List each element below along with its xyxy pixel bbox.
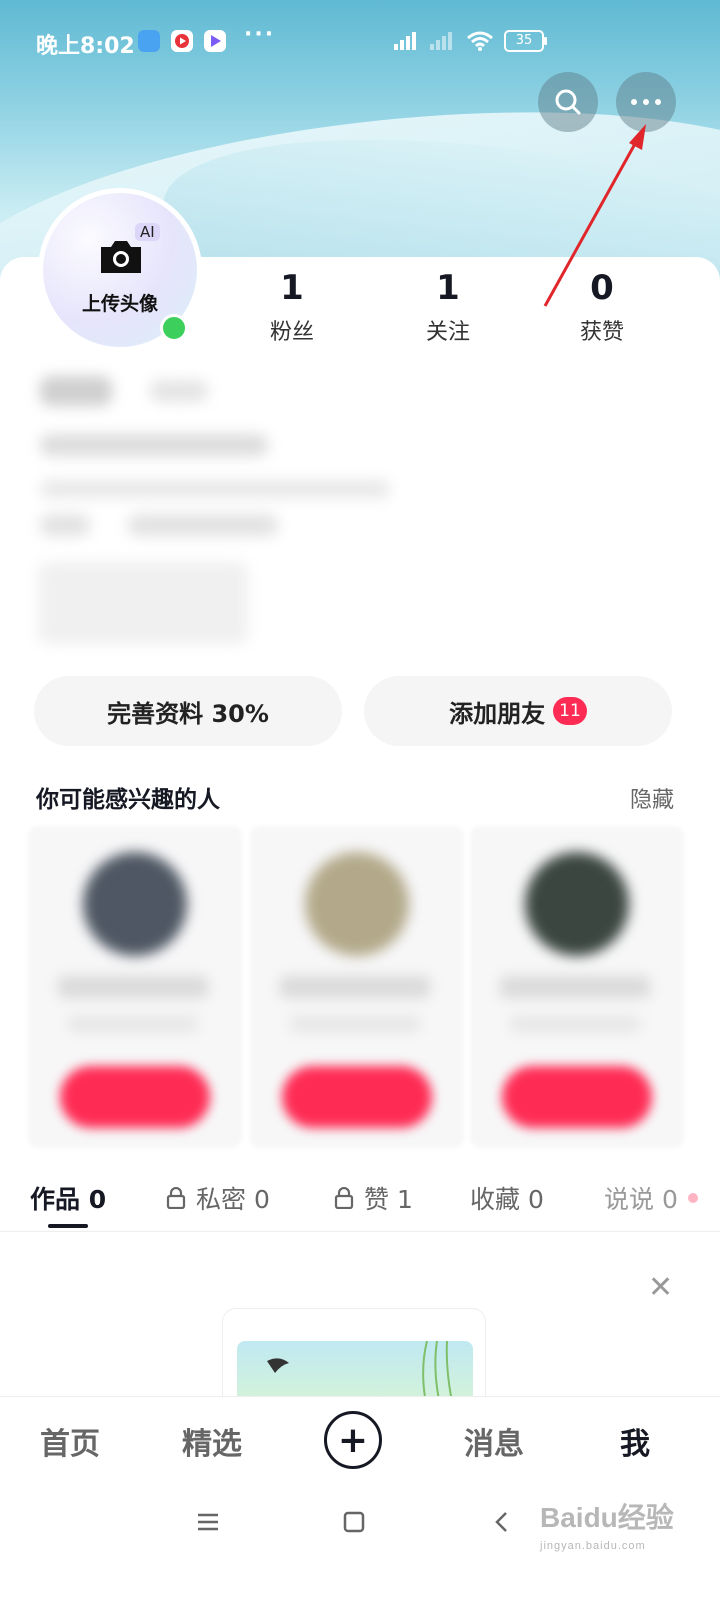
recommend-hide-link[interactable]: 隐藏 [630,782,674,814]
tab-favorites-label: 收藏 0 [470,1185,544,1214]
recommend-reason [290,1016,420,1032]
annotation-arrow [543,124,646,307]
add-friends-button[interactable]: 添加朋友 11 [364,676,672,746]
recommend-reason [510,1016,640,1032]
blurred-bio-line [40,480,390,498]
blurred-username [40,376,112,406]
recommend-reason [68,1016,198,1032]
recommend-card[interactable] [470,826,684,1148]
tab-active-indicator [48,1224,88,1228]
blurred-user-id [150,380,208,402]
new-dot [688,1193,698,1203]
blurred-bio-line [40,434,268,456]
back-icon[interactable] [490,1510,514,1534]
tab-favorites[interactable]: 收藏 0 [470,1180,544,1216]
recommend-name [500,976,650,998]
recommend-name [280,976,430,998]
tab-posts[interactable]: 说说 0 [604,1180,678,1216]
nav-me[interactable]: 我 [620,1419,650,1463]
nav-messages[interactable]: 消息 [464,1419,524,1463]
tab-works[interactable]: 作品 0 [30,1180,106,1216]
complete-profile-button[interactable]: 完善资料 30% [34,676,342,746]
recommend-card[interactable] [28,826,242,1148]
watermark-text: Baidu经验 [540,1502,674,1533]
recommend-name [58,976,208,998]
tab-private[interactable]: 私密 0 [166,1180,270,1216]
blurred-tag [40,514,90,536]
complete-profile-label: 完善资料 30% [107,699,269,728]
menu-icon[interactable] [196,1510,220,1534]
recommend-avatar [525,852,629,956]
nav-home[interactable]: 首页 [40,1419,100,1463]
create-button[interactable]: + [324,1411,382,1469]
tab-likes[interactable]: 赞 1 [334,1180,413,1216]
follow-button[interactable] [60,1066,210,1128]
lock-icon [166,1187,186,1209]
add-friends-badge: 11 [553,697,587,725]
close-icon[interactable]: ✕ [648,1270,673,1305]
watermark: Baidu经验 jingyan.baidu.com [540,1496,674,1552]
home-square-icon[interactable] [342,1510,366,1534]
nav-featured[interactable]: 精选 [182,1419,242,1463]
watermark-url: jingyan.baidu.com [540,1540,646,1552]
recommend-avatar [83,852,187,956]
follow-button[interactable] [502,1066,652,1128]
blurred-tag [128,514,278,536]
recommend-title: 你可能感兴趣的人 [36,787,220,813]
lock-icon [334,1187,354,1209]
tab-works-label: 作品 0 [30,1185,107,1214]
tab-private-label: 私密 0 [196,1185,270,1214]
add-friends-label: 添加朋友 [449,699,546,728]
bottom-nav: 首页 精选 + 消息 我 [0,1396,720,1484]
tab-likes-label: 赞 1 [364,1185,413,1214]
plus-icon: + [337,1419,369,1461]
tab-posts-label: 说说 0 [604,1185,678,1214]
follow-button[interactable] [282,1066,432,1128]
content-tabs: 作品 0 私密 0 赞 1 收藏 0 说说 0 [0,1166,720,1232]
blurred-card [38,562,248,644]
recommend-card[interactable] [250,826,464,1148]
recommend-avatar [305,852,409,956]
